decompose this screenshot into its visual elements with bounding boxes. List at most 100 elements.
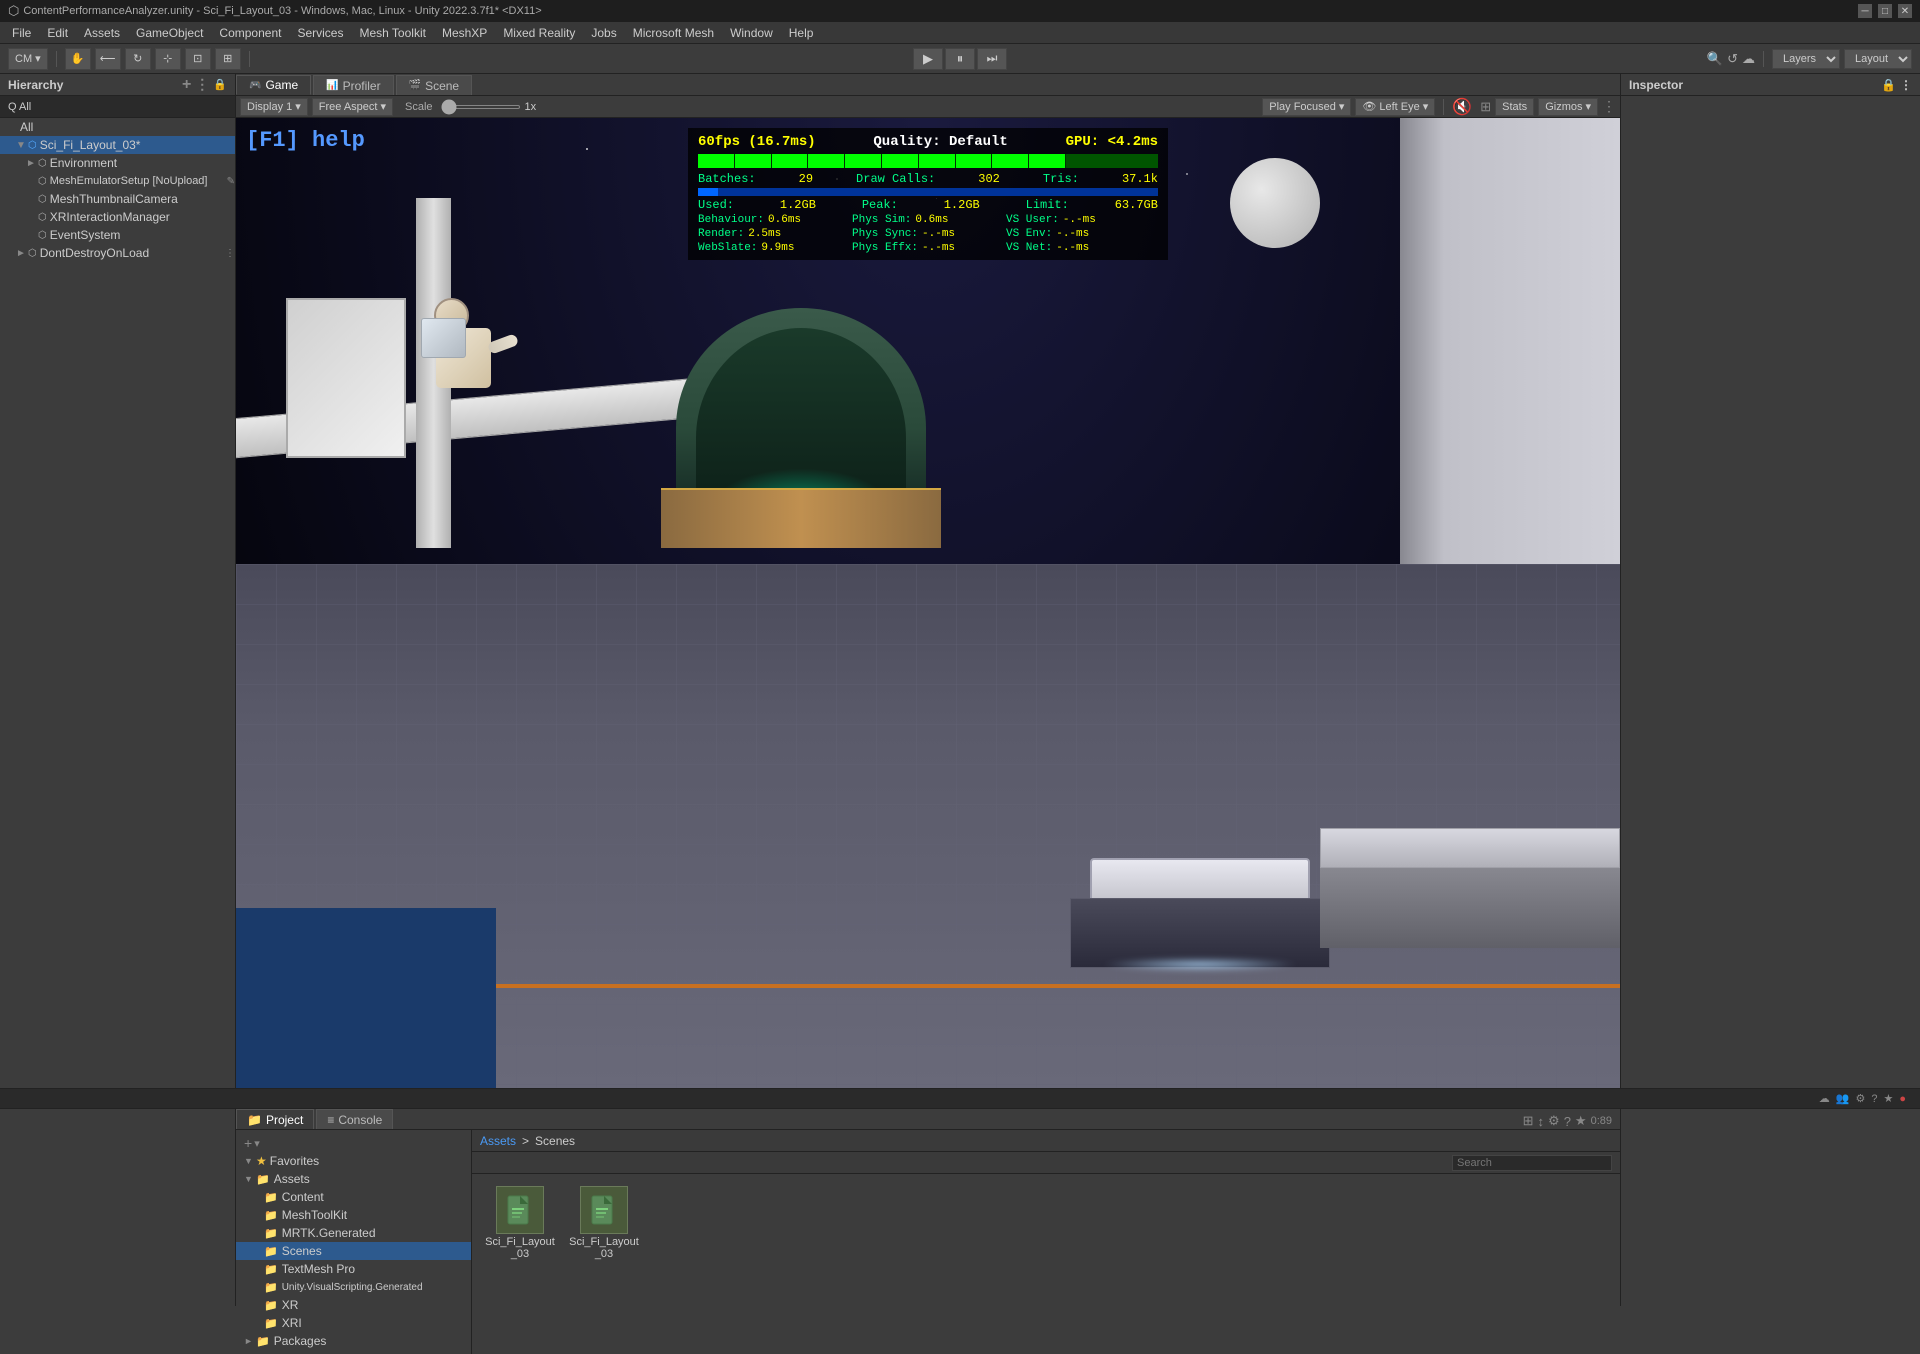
hierarchy-item-all[interactable]: All bbox=[0, 118, 235, 136]
step-button[interactable]: ⏭ bbox=[977, 48, 1007, 70]
tool-move[interactable]: ⟵ bbox=[95, 48, 121, 70]
inspector-menu-icon[interactable]: ⋮ bbox=[1900, 78, 1912, 92]
tree-assets[interactable]: ▼ 📁 Assets bbox=[236, 1170, 471, 1188]
minimize-button[interactable]: ─ bbox=[1858, 4, 1872, 18]
aspect-dropdown[interactable]: Free Aspect ▾ bbox=[312, 98, 393, 116]
status-error-indicator: ● bbox=[1899, 1093, 1906, 1105]
tab-scene[interactable]: 🎬 Scene bbox=[396, 75, 472, 95]
tab-game[interactable]: 🎮 Game bbox=[236, 75, 311, 95]
stats-button[interactable]: Stats bbox=[1495, 98, 1534, 116]
menu-meshxp[interactable]: MeshXP bbox=[434, 24, 495, 42]
bottom-icon-2[interactable]: ↕ bbox=[1538, 1114, 1545, 1129]
breadcrumb-scenes[interactable]: Scenes bbox=[535, 1134, 575, 1148]
play-button[interactable]: ▶ bbox=[913, 48, 943, 70]
hierarchy-item-xr-interaction[interactable]: ⬡ XRInteractionManager bbox=[0, 208, 235, 226]
menu-component[interactable]: Component bbox=[211, 24, 289, 42]
hierarchy-add-icon[interactable]: + bbox=[182, 76, 191, 94]
bottom-tab-project[interactable]: 📁 Project bbox=[236, 1109, 314, 1129]
pause-button[interactable]: ⏸ bbox=[945, 48, 975, 70]
add-button-row[interactable]: + ▾ bbox=[236, 1134, 471, 1152]
display-dropdown[interactable]: Display 1 ▾ bbox=[240, 98, 308, 116]
object-icon-dont-destroy: ⬡ bbox=[28, 248, 37, 259]
hierarchy-lock-icon[interactable]: 🔒 bbox=[213, 78, 227, 91]
menu-services[interactable]: Services bbox=[289, 24, 351, 42]
tool-rect[interactable]: ⊡ bbox=[185, 48, 211, 70]
maximize-button[interactable]: □ bbox=[1878, 4, 1892, 18]
tool-transform[interactable]: ⊞ bbox=[215, 48, 241, 70]
cloud-icon[interactable]: ☁ bbox=[1742, 51, 1755, 67]
menu-window[interactable]: Window bbox=[722, 24, 781, 42]
tree-packages[interactable]: ► 📁 Packages bbox=[236, 1332, 471, 1350]
volume-icon[interactable]: 🔇 bbox=[1452, 97, 1472, 117]
bottom-icon-4[interactable]: ? bbox=[1564, 1114, 1571, 1129]
hierarchy-label-all: All bbox=[20, 120, 33, 134]
hierarchy-item-mesh-emulator[interactable]: ⬡ MeshEmulatorSetup [NoUpload] ✎ bbox=[0, 172, 235, 190]
status-star-icon[interactable]: ★ bbox=[1883, 1092, 1893, 1105]
tree-xri[interactable]: 📁 XRI bbox=[236, 1314, 471, 1332]
menu-microsoftmesh[interactable]: Microsoft Mesh bbox=[625, 24, 722, 42]
status-gear-icon[interactable]: ⚙ bbox=[1855, 1092, 1865, 1105]
bottom-tab-console[interactable]: ≡ Console bbox=[316, 1109, 393, 1129]
stats-timing-section: Behaviour: 0.6ms Phys Sim: 0.6ms VS User… bbox=[698, 214, 1158, 254]
toolbar-right: 🔍 ↺ ☁ Layers Layout bbox=[1707, 49, 1912, 69]
play-focused-dropdown[interactable]: Play Focused ▾ bbox=[1262, 98, 1351, 116]
title-bar-icon: ⬡ ContentPerformanceAnalyzer.unity - Sci… bbox=[8, 3, 542, 19]
menu-gameobject[interactable]: GameObject bbox=[128, 24, 211, 42]
asset-sci-fi-2[interactable]: Sci_Fi_Layout_03 bbox=[564, 1182, 644, 1346]
hierarchy-item-dont-destroy[interactable]: ► ⬡ DontDestroyOnLoad ⋮ bbox=[0, 244, 235, 262]
more-icon[interactable]: ⋮ bbox=[1602, 98, 1616, 115]
assets-search-input[interactable] bbox=[1452, 1155, 1612, 1171]
tree-meshtoolkit[interactable]: 📁 MeshToolKit bbox=[236, 1206, 471, 1224]
layout-dropdown[interactable]: Layout bbox=[1844, 49, 1912, 69]
tree-label-textmesh: TextMesh Pro bbox=[282, 1262, 355, 1276]
used-label: Used: bbox=[698, 198, 734, 212]
hierarchy-search-input[interactable] bbox=[0, 96, 235, 118]
gizmos-dropdown[interactable]: Gizmos ▾ bbox=[1538, 98, 1598, 116]
inspector-lock-icon[interactable]: 🔒 bbox=[1881, 78, 1896, 92]
menu-meshtoolkit[interactable]: Mesh Toolkit bbox=[351, 24, 433, 42]
hierarchy-item-sci-fi[interactable]: ▼ ⬡ Sci_Fi_Layout_03* bbox=[0, 136, 235, 154]
menu-icon-dont-destroy: ⋮ bbox=[225, 248, 235, 259]
menu-jobs[interactable]: Jobs bbox=[583, 24, 624, 42]
tree-unity-visual[interactable]: 📁 Unity.VisualScripting.Generated bbox=[236, 1278, 471, 1296]
bar-seg-1 bbox=[698, 154, 735, 168]
menu-help[interactable]: Help bbox=[781, 24, 822, 42]
search-icon[interactable]: 🔍 bbox=[1707, 51, 1723, 67]
bottom-icon-3[interactable]: ⚙ bbox=[1548, 1113, 1560, 1129]
status-collab-icon[interactable]: 👥 bbox=[1836, 1092, 1850, 1105]
bottom-icon-1[interactable]: ⊞ bbox=[1523, 1113, 1534, 1129]
status-cloud-icon[interactable]: ☁ bbox=[1819, 1092, 1830, 1105]
hierarchy-item-event-system[interactable]: ⬡ EventSystem bbox=[0, 226, 235, 244]
menu-mixedreality[interactable]: Mixed Reality bbox=[495, 24, 583, 42]
hierarchy-item-mesh-thumbnail[interactable]: ⬡ MeshThumbnailCamera bbox=[0, 190, 235, 208]
tree-favorites[interactable]: ▼ ★ Favorites bbox=[236, 1152, 471, 1170]
tree-xr[interactable]: 📁 XR bbox=[236, 1296, 471, 1314]
asset-sci-fi-1[interactable]: Sci_Fi_Layout_03 bbox=[480, 1182, 560, 1346]
eye-dropdown[interactable]: 👁 Left Eye ▾ bbox=[1355, 98, 1435, 116]
hierarchy-item-environment[interactable]: ► ⬡ Environment bbox=[0, 154, 235, 172]
tree-scenes[interactable]: 📁 Scenes bbox=[236, 1242, 471, 1260]
close-button[interactable]: ✕ bbox=[1898, 4, 1912, 18]
menu-assets[interactable]: Assets bbox=[76, 24, 128, 42]
tab-profiler[interactable]: 📊 Profiler bbox=[313, 75, 393, 95]
cm-dropdown[interactable]: CM ▾ bbox=[8, 48, 48, 70]
menu-edit[interactable]: Edit bbox=[39, 24, 76, 42]
tool-hand[interactable]: ✋ bbox=[65, 48, 91, 70]
menu-file[interactable]: File bbox=[4, 24, 39, 42]
table-glow bbox=[1101, 957, 1299, 972]
scale-slider[interactable] bbox=[441, 105, 521, 109]
layers-dropdown[interactable]: Layers bbox=[1772, 49, 1840, 69]
breadcrumb-assets[interactable]: Assets bbox=[480, 1134, 516, 1148]
refresh-icon[interactable]: ↺ bbox=[1727, 51, 1738, 67]
aspect-ratio-icon[interactable]: ⊞ bbox=[1480, 99, 1491, 115]
hierarchy-menu-icon[interactable]: ⋮ bbox=[195, 76, 209, 93]
status-help-icon[interactable]: ? bbox=[1871, 1093, 1877, 1105]
tree-content[interactable]: 📁 Content bbox=[236, 1188, 471, 1206]
stats-memory-row: Used: 1.2GB Peak: 1.2GB Limit: 63.7GB bbox=[698, 198, 1158, 212]
tool-scale[interactable]: ⊹ bbox=[155, 48, 181, 70]
tool-rotate[interactable]: ↻ bbox=[125, 48, 151, 70]
breadcrumb-sep: > bbox=[522, 1134, 529, 1148]
tree-textmesh[interactable]: 📁 TextMesh Pro bbox=[236, 1260, 471, 1278]
bottom-icon-5[interactable]: ★ bbox=[1575, 1113, 1587, 1129]
tree-mrtk[interactable]: 📁 MRTK.Generated bbox=[236, 1224, 471, 1242]
